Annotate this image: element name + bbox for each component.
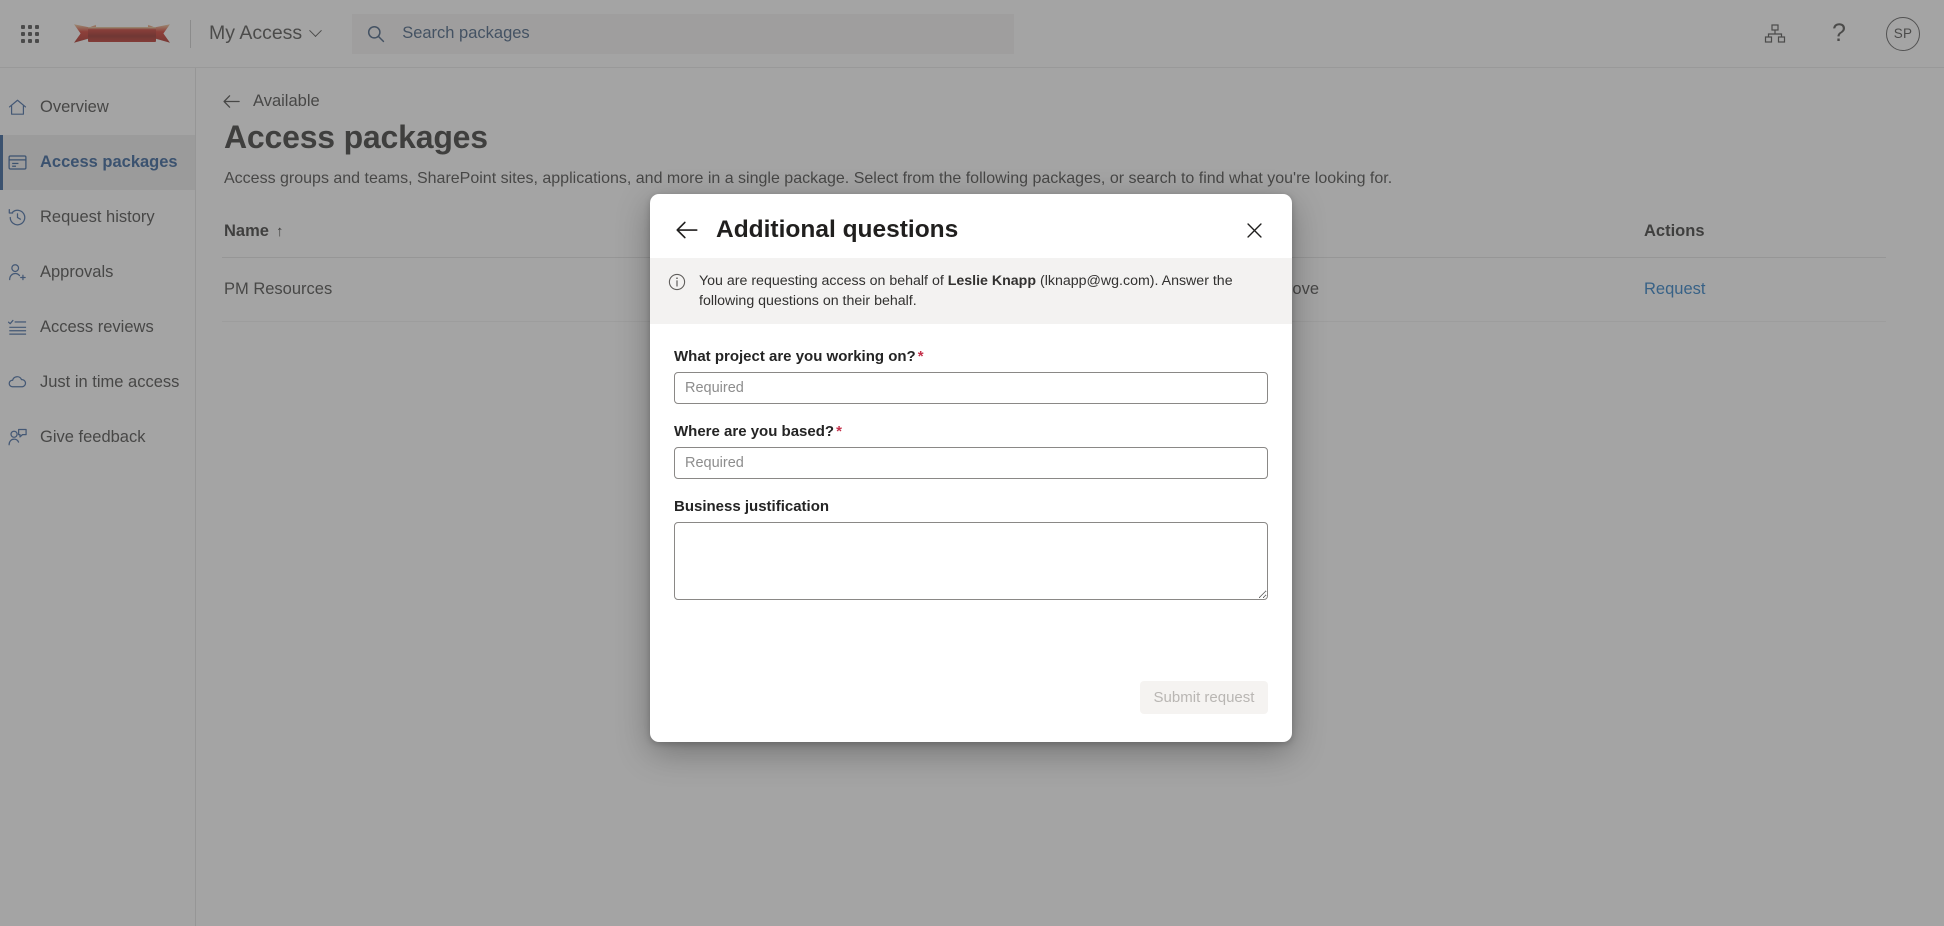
page-title: Access packages bbox=[224, 119, 1916, 156]
dialog-body: What project are you working on?* Where … bbox=[650, 324, 1292, 675]
column-header-label: Name bbox=[224, 222, 269, 240]
sidebar-item-label: Approvals bbox=[40, 263, 113, 282]
field-label-location: Where are you based?* bbox=[674, 423, 1268, 440]
cloud-icon bbox=[6, 372, 28, 394]
column-header-label: Actions bbox=[1644, 222, 1705, 240]
sidebar-item-give-feedback[interactable]: Give feedback bbox=[0, 410, 195, 465]
business-justification-textarea[interactable] bbox=[674, 522, 1268, 600]
home-icon bbox=[6, 97, 28, 119]
search-input[interactable] bbox=[400, 23, 1000, 44]
required-indicator: * bbox=[918, 348, 924, 365]
field-label-project: What project are you working on?* bbox=[674, 348, 1268, 365]
question-mark-icon: ? bbox=[1832, 21, 1846, 46]
search-packages-box[interactable] bbox=[352, 14, 1014, 54]
field-location: Where are you based?* bbox=[674, 423, 1268, 479]
app-launcher-button[interactable] bbox=[6, 10, 54, 58]
breadcrumb-label: Available bbox=[253, 92, 320, 111]
sidebar-item-request-history[interactable]: Request history bbox=[0, 190, 195, 245]
package-icon bbox=[6, 152, 28, 174]
project-input[interactable] bbox=[674, 372, 1268, 404]
organization-hierarchy-button[interactable] bbox=[1758, 17, 1792, 51]
org-hierarchy-icon bbox=[1764, 23, 1786, 45]
user-avatar[interactable]: SP bbox=[1886, 17, 1920, 51]
page-description: Access groups and teams, SharePoint site… bbox=[224, 170, 1916, 188]
history-icon bbox=[6, 207, 28, 229]
dialog-title: Additional questions bbox=[716, 216, 958, 244]
top-navigation-bar: My Access ? SP bbox=[0, 0, 1944, 68]
info-person-name: Leslie Knapp bbox=[948, 273, 1036, 289]
app-name-label: My Access bbox=[209, 22, 302, 45]
column-header-actions: Actions bbox=[1642, 222, 1886, 258]
sidebar-item-label: Access packages bbox=[40, 153, 178, 172]
sidebar-item-label: Access reviews bbox=[40, 318, 154, 337]
submit-request-button[interactable]: Submit request bbox=[1140, 681, 1268, 714]
dialog-close-button[interactable] bbox=[1240, 216, 1268, 244]
dialog-back-button[interactable] bbox=[674, 217, 700, 243]
field-business-justification: Business justification bbox=[674, 498, 1268, 605]
sidebar-item-label: Give feedback bbox=[40, 428, 145, 447]
topbar-actions: ? SP bbox=[1758, 17, 1944, 51]
sidebar-navigation: Overview Access packages bbox=[0, 68, 196, 926]
search-icon bbox=[366, 24, 386, 44]
checklist-icon bbox=[6, 317, 28, 339]
sidebar-item-access-packages[interactable]: Access packages bbox=[0, 135, 195, 190]
on-behalf-info-text: You are requesting access on behalf of L… bbox=[699, 271, 1272, 311]
on-behalf-info-banner: You are requesting access on behalf of L… bbox=[650, 258, 1292, 324]
chevron-down-icon bbox=[309, 24, 322, 37]
topbar-divider bbox=[190, 20, 191, 48]
additional-questions-dialog: Additional questions You are requesting … bbox=[650, 194, 1292, 742]
sidebar-item-overview[interactable]: Overview bbox=[0, 80, 195, 135]
help-button[interactable]: ? bbox=[1822, 17, 1856, 51]
sidebar-item-just-in-time-access[interactable]: Just in time access bbox=[0, 355, 195, 410]
app-name-menu[interactable]: My Access bbox=[209, 22, 320, 45]
info-prefix: You are requesting access on behalf of bbox=[699, 273, 948, 289]
dialog-header: Additional questions bbox=[650, 194, 1292, 258]
field-label-text: Where are you based? bbox=[674, 423, 834, 440]
brand-logo[interactable] bbox=[70, 15, 174, 53]
sidebar-item-label: Overview bbox=[40, 98, 109, 117]
sort-ascending-icon: ↑ bbox=[276, 223, 284, 240]
request-link[interactable]: Request bbox=[1644, 280, 1705, 298]
person-add-icon bbox=[6, 262, 28, 284]
sidebar-item-label: Just in time access bbox=[40, 373, 179, 392]
avatar-initials: SP bbox=[1894, 26, 1913, 41]
field-label-text: Business justification bbox=[674, 498, 829, 515]
close-icon bbox=[1245, 221, 1264, 240]
required-indicator: * bbox=[836, 423, 842, 440]
breadcrumb-back-available[interactable]: Available bbox=[222, 92, 320, 111]
waffle-icon bbox=[21, 25, 39, 43]
cell-actions: Request bbox=[1642, 258, 1886, 322]
app-root: My Access ? SP bbox=[0, 0, 1944, 926]
field-label-business-justification: Business justification bbox=[674, 498, 1268, 515]
sidebar-item-approvals[interactable]: Approvals bbox=[0, 245, 195, 300]
location-input[interactable] bbox=[674, 447, 1268, 479]
dialog-footer: Submit request bbox=[650, 675, 1292, 742]
field-label-text: What project are you working on? bbox=[674, 348, 916, 365]
arrow-left-icon bbox=[222, 92, 241, 111]
sidebar-item-access-reviews[interactable]: Access reviews bbox=[0, 300, 195, 355]
field-project: What project are you working on?* bbox=[674, 348, 1268, 404]
ribbon-logo-icon bbox=[74, 23, 170, 45]
sidebar-item-label: Request history bbox=[40, 208, 155, 227]
info-circle-icon bbox=[668, 273, 686, 291]
person-feedback-icon bbox=[6, 427, 28, 449]
